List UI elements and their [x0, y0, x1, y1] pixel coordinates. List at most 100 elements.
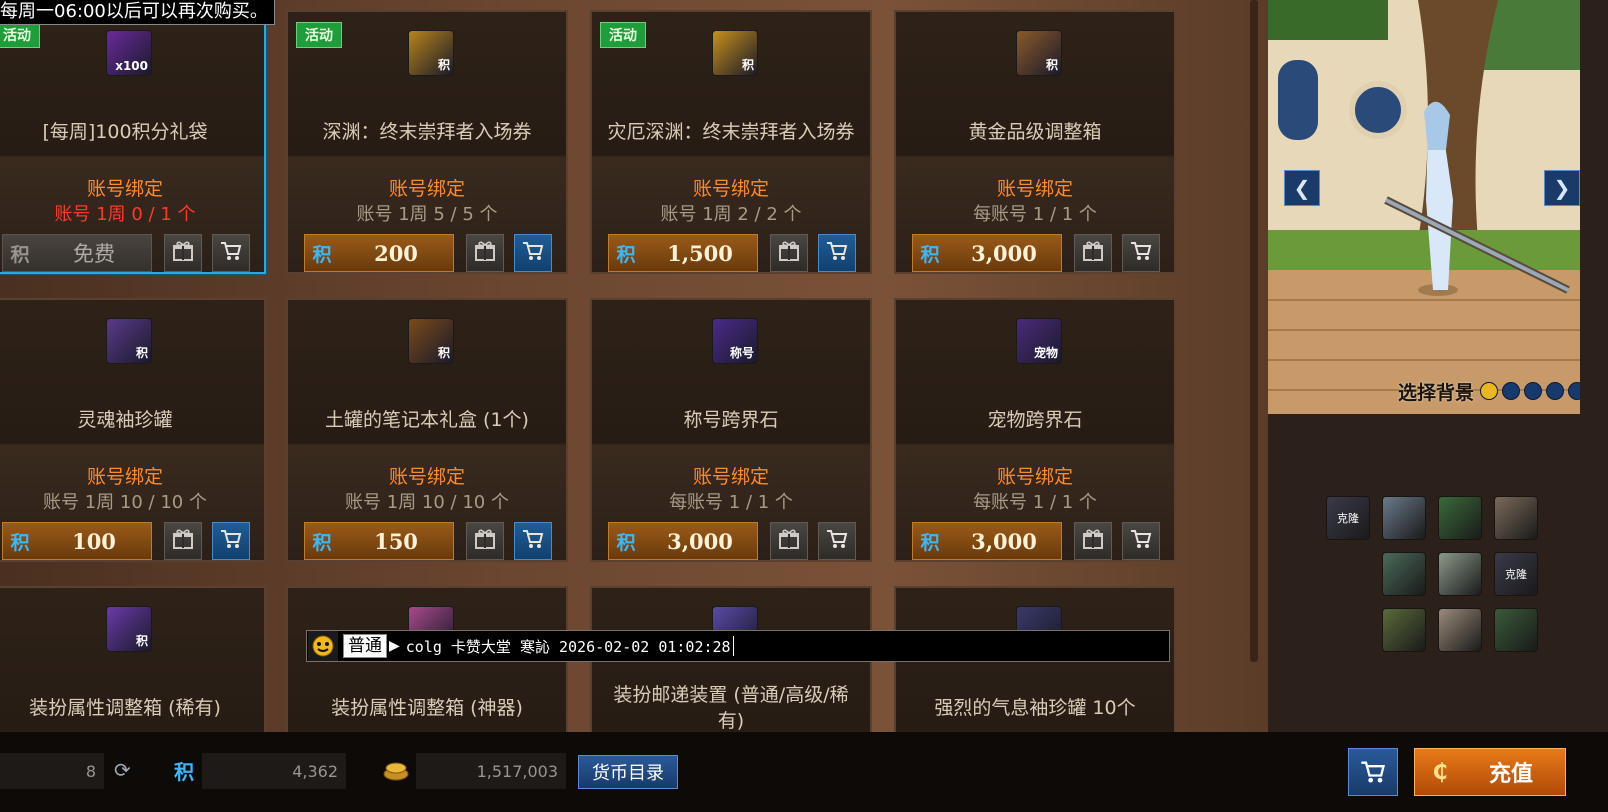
chat-input[interactable]: colg 卡赞大堂 寒訫 2026-02-02 01:02:28: [406, 636, 731, 657]
item-card[interactable]: 活动积深渊：终末崇拜者入场券 账号绑定 账号 1周 5 / 5 个积 200: [286, 10, 568, 274]
points-icon: 积: [174, 760, 194, 784]
item-icon-label: 积: [1045, 58, 1058, 72]
item-icon-label: 积: [135, 634, 148, 648]
binding-label: 账号绑定: [996, 466, 1073, 488]
avatar-slot[interactable]: [1494, 608, 1538, 652]
background-option-dot[interactable]: [1546, 382, 1564, 400]
item-card[interactable]: 称号 称号跨界石 账号绑定 每账号 1 / 1 个积 3,000: [590, 298, 872, 562]
add-to-cart-button[interactable]: [818, 234, 856, 272]
avatar-slot[interactable]: [1438, 496, 1482, 540]
character-preview-panel: ❮ ❯ 选择背景 克隆 克隆: [1268, 0, 1608, 732]
avatar-slot[interactable]: [1382, 608, 1426, 652]
currency-catalog-button[interactable]: 货币目录: [578, 755, 678, 789]
gift-button[interactable]: [770, 522, 808, 560]
points-currency-icon: 积: [312, 531, 332, 554]
gold-icon: [382, 758, 410, 786]
binding-label: 账号绑定: [86, 178, 163, 200]
avatar-slot[interactable]: [1438, 608, 1482, 652]
binding-label: 账号绑定: [388, 466, 465, 488]
gift-icon: [171, 240, 195, 266]
event-badge: 活动: [296, 22, 342, 48]
event-badge: 活动: [0, 22, 40, 48]
cart-button[interactable]: [1348, 748, 1398, 796]
gift-icon: [473, 240, 497, 266]
cart-icon: [1129, 240, 1153, 266]
item-name: 装扮属性调整箱 (稀有): [29, 697, 221, 719]
avatar-slot[interactable]: [1382, 496, 1426, 540]
points-balance: 4,362: [202, 753, 346, 789]
item-icon-label: 称号: [729, 346, 754, 360]
recharge-button[interactable]: ₵ 充值: [1414, 748, 1566, 796]
gift-button[interactable]: [770, 234, 808, 272]
gift-button[interactable]: [466, 234, 504, 272]
gift-icon: [1081, 240, 1105, 266]
item-icon: 宠物: [1016, 318, 1062, 364]
purchase-limit: 账号 1周 10 / 10 个: [345, 492, 509, 513]
item-name: 灵魂袖珍罐: [77, 409, 173, 431]
item-card[interactable]: 活动积灾厄深渊：终末崇拜者入场券 账号绑定 账号 1周 2 / 2 个积 1,500: [590, 10, 872, 274]
avatar-slot[interactable]: [1382, 552, 1426, 596]
chat-bar[interactable]: 普通 ▶ colg 卡赞大堂 寒訫 2026-02-02 01:02:28: [306, 630, 1170, 662]
add-to-cart-button[interactable]: [818, 522, 856, 560]
item-card[interactable]: 积土罐的笔记本礼盒 (1个) 账号绑定 账号 1周 10 / 10 个积 150: [286, 298, 568, 562]
bottom-bar: 8 ⟳ 积 4,362 1,517,003 货币目录 ₵ 充值: [0, 732, 1608, 812]
gold-balance: 1,517,003: [416, 753, 566, 789]
gift-icon: [1081, 528, 1105, 554]
item-card[interactable]: 积黄金品级调整箱 账号绑定 每账号 1 / 1 个积 3,000: [894, 10, 1176, 274]
background-option-dot[interactable]: [1480, 382, 1498, 400]
item-icon-label: 积: [437, 58, 450, 72]
item-card[interactable]: 积装扮属性调整箱 (稀有): [0, 586, 266, 732]
gift-button[interactable]: [164, 234, 202, 272]
avatar-slot[interactable]: [1494, 496, 1538, 540]
item-card[interactable]: 宠物 宠物跨界石 账号绑定 每账号 1 / 1 个积 3,000: [894, 298, 1176, 562]
preview-scene: ❮ ❯ 选择背景: [1268, 0, 1580, 414]
gift-button[interactable]: [466, 522, 504, 560]
price-value: 免费: [73, 242, 115, 266]
price-value: 100: [72, 528, 116, 554]
gift-button[interactable]: [1074, 522, 1112, 560]
item-card[interactable]: 积灵魂袖珍罐 账号绑定 账号 1周 10 / 10 个积 100: [0, 298, 266, 562]
item-icon: 积: [1016, 30, 1062, 76]
avatar-slot[interactable]: [1438, 552, 1482, 596]
background-option-dot[interactable]: [1524, 382, 1542, 400]
gift-button[interactable]: [1074, 234, 1112, 272]
cart-icon: [219, 528, 243, 554]
points-currency-icon: 积: [920, 243, 940, 266]
add-to-cart-button[interactable]: [212, 522, 250, 560]
points-currency-icon: 积: [920, 531, 940, 554]
price-value: 1,500: [667, 240, 733, 266]
item-card[interactable]: 活动 x100 [每周]100积分礼袋 账号绑定 账号 1周 0 / 1 个积 免费: [0, 10, 266, 274]
background-option-dot[interactable]: [1568, 382, 1580, 400]
add-to-cart-button[interactable]: [1122, 522, 1160, 560]
recharge-coin-icon: ₵: [1432, 759, 1448, 785]
price-bar: 积 3,000: [608, 522, 758, 560]
item-icon: 称号: [712, 318, 758, 364]
points-currency-icon: 积: [10, 531, 30, 554]
gift-button[interactable]: [164, 522, 202, 560]
shop-scrollbar[interactable]: [1250, 0, 1258, 662]
price-value: 3,000: [971, 240, 1037, 266]
purchase-limit: 每账号 1 / 1 个: [669, 492, 793, 513]
purchase-limit: 每账号 1 / 1 个: [973, 204, 1097, 225]
avatar-slot[interactable]: 克隆: [1326, 496, 1370, 540]
gift-icon: [777, 528, 801, 554]
add-to-cart-button[interactable]: [514, 234, 552, 272]
add-to-cart-button[interactable]: [1122, 234, 1160, 272]
avatar-slot[interactable]: 克隆: [1494, 552, 1538, 596]
chat-channel-label[interactable]: 普通: [343, 634, 387, 658]
item-icon-label: 积: [437, 346, 450, 360]
add-to-cart-button[interactable]: [212, 234, 250, 272]
emoji-icon[interactable]: [308, 631, 338, 661]
item-icon: 积: [106, 606, 152, 652]
avatar-slot-label: 克隆: [1505, 568, 1527, 581]
item-icon-label: 积: [135, 346, 148, 360]
refresh-icon[interactable]: ⟳: [114, 758, 131, 782]
add-to-cart-button[interactable]: [514, 522, 552, 560]
item-name: 强烈的气息袖珍罐 10个: [934, 697, 1136, 719]
points-currency-icon: 积: [616, 243, 636, 266]
prev-background-button[interactable]: ❮: [1284, 170, 1320, 206]
background-option-dot[interactable]: [1502, 382, 1520, 400]
purchase-limit: 账号 1周 0 / 1 个: [54, 204, 196, 225]
next-background-button[interactable]: ❯: [1544, 170, 1580, 206]
price-bar: 积 150: [304, 522, 454, 560]
